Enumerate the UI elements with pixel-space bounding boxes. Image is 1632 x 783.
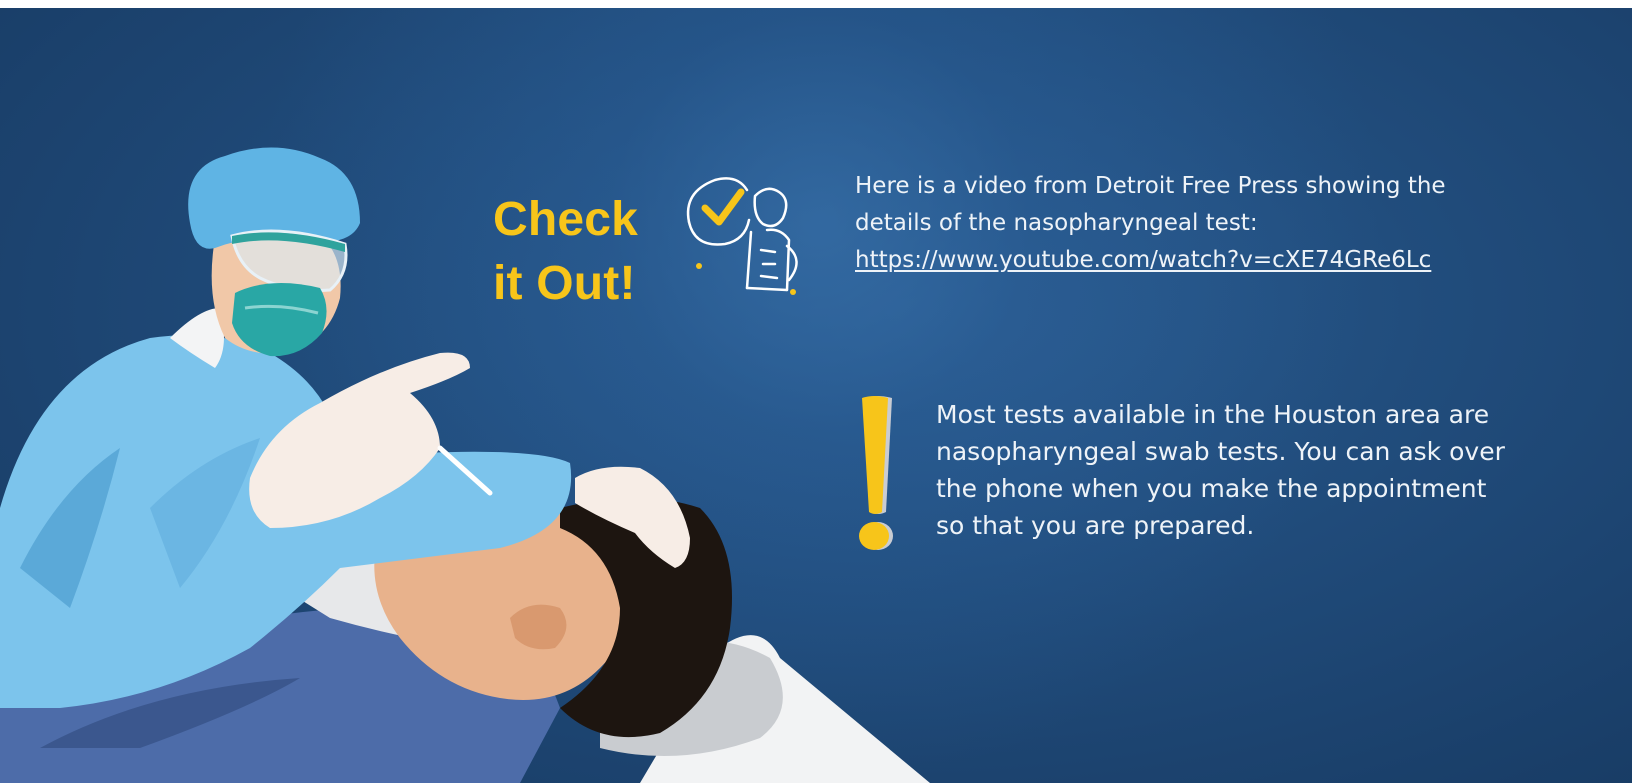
check-it-out-line-2: it Out! <box>493 257 636 310</box>
youtube-video-link[interactable]: https://www.youtube.com/watch?v=cXE74GRe… <box>855 242 1515 279</box>
check-it-out-line-1: Check <box>493 193 639 246</box>
video-text-line-2: details of the nasopharyngeal test: <box>855 210 1258 236</box>
person-with-checkmark-icon <box>686 177 798 295</box>
check-it-out-heading: Check it Out! <box>493 188 663 316</box>
tip-line-2: nasopharyngeal swab tests. You can ask o… <box>936 437 1505 466</box>
exclamation-mark-icon <box>859 396 893 550</box>
tip-line-1: Most tests available in the Houston area… <box>936 400 1490 429</box>
swab-test-tip-text: Most tests available in the Houston area… <box>936 396 1536 544</box>
infographic-panel: Check it Out! Here is a video from Detro… <box>0 8 1632 783</box>
video-reference-text: Here is a video from Detroit Free Press … <box>855 168 1515 279</box>
video-text-line-1: Here is a video from Detroit Free Press … <box>855 173 1446 199</box>
tip-line-4: so that you are prepared. <box>936 511 1255 540</box>
tip-line-3: the phone when you make the appointment <box>936 474 1487 503</box>
